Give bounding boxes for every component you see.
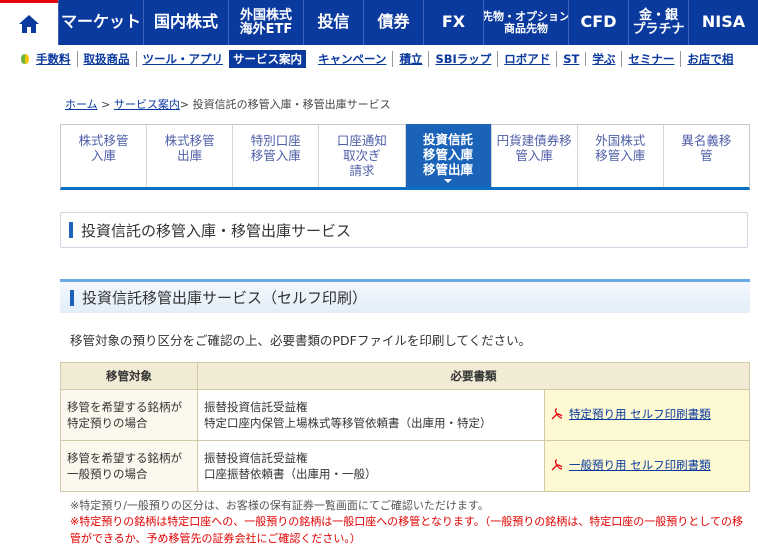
breadcrumb-sep: > <box>97 98 114 111</box>
nav-item[interactable]: FX <box>423 0 483 45</box>
row-docs: 振替投資信託受益権 口座振替依頼書（出庫用・一般） <box>197 440 545 492</box>
tab-label: 異名義移 管 <box>681 133 732 163</box>
nav-item[interactable]: 債券 <box>363 0 423 45</box>
tab-item[interactable]: 異名義移 管 <box>663 125 749 187</box>
nav-item[interactable]: NISA <box>688 0 758 45</box>
target-line: 特定預りの場合 <box>67 416 148 430</box>
subsection-title-text: 投資信託移管出庫サービス（セルフ印刷） <box>82 289 368 307</box>
table-row: 移管を希望する銘柄が 特定預りの場合 振替投資信託受益権 特定口座内保管上場株式… <box>60 389 750 441</box>
specific-pdf-link[interactable]: 特定預り用 セルフ印刷書類 <box>569 406 711 422</box>
transfer-tabs: 株式移管 入庫 株式移管 出庫 特別口座 移管入庫 口座通知 取次ぎ 請求 投資信託 移… <box>60 124 750 190</box>
subnav-item[interactable]: 手数料 <box>36 51 78 67</box>
nav-item[interactable]: 投信 <box>303 0 363 45</box>
tab-item[interactable]: 株式移管 出庫 <box>147 125 234 187</box>
table-row: 移管を希望する銘柄が 一般預りの場合 振替投資信託受益権 口座振替依頼書（出庫用… <box>60 440 750 492</box>
sub-navigation: 手数料 取扱商品 ツール・アプリ サービス案内 キャンペーン 積立 SBIラップ ロボアド ST… <box>0 48 758 70</box>
title-bar <box>69 222 73 238</box>
doc-line: 振替投資信託受益権 <box>204 450 308 465</box>
subnav-item[interactable]: SBIラップ <box>429 51 499 67</box>
nav-item[interactable]: 金・銀 プラチナ <box>628 0 688 45</box>
subnav-item[interactable]: サービス案内 <box>229 50 306 68</box>
header-docs: 必要書類 <box>197 362 750 390</box>
nav-item[interactable]: 先物・オプション 商品先物 <box>483 0 568 45</box>
header-target: 移管対象 <box>60 362 198 390</box>
subnav-item[interactable]: お店で相 <box>681 51 739 67</box>
tab-label: 外国株式 移管入庫 <box>595 133 646 163</box>
description: 移管対象の預り区分をご確認の上、必要書類のPDFファイルを印刷してください。 <box>70 333 532 348</box>
note-classification: ※特定預り/一般預りの区分は、お客様の保有証券一覧画面にてご確認いただけます。 <box>70 499 489 512</box>
pdf-icon <box>551 408 563 420</box>
row-target: 移管を希望する銘柄が 特定預りの場合 <box>60 389 198 441</box>
tab-item[interactable]: 特別口座 移管入庫 <box>233 125 320 187</box>
subnav-item[interactable]: ST <box>557 52 587 66</box>
nav-item[interactable]: 外国株式 海外ETF <box>228 0 303 45</box>
subnav-item[interactable]: 学ぶ <box>586 51 623 67</box>
home-button[interactable] <box>0 0 58 45</box>
row-link-cell: 特定預り用 セルフ印刷書類 <box>544 389 750 441</box>
subnav-item[interactable]: ツール・アプリ <box>137 51 230 67</box>
row-docs: 振替投資信託受益権 特定口座内保管上場株式等移管依頼書（出庫用・特定） <box>197 389 545 441</box>
subnav-item[interactable]: 積立 <box>393 51 430 67</box>
tab-label: 株式移管 入庫 <box>78 133 129 163</box>
tab-arrow-icon <box>444 179 453 183</box>
tab-label: 口座通知 取次ぎ 請求 <box>336 133 387 178</box>
breadcrumb: ホーム > サービス案内> 投資信託の移管入庫・移管出庫サービス <box>65 96 391 112</box>
home-icon <box>19 15 39 33</box>
target-line: 移管を希望する銘柄が <box>67 450 182 465</box>
nav-item[interactable]: マーケット <box>58 0 143 45</box>
nav-item[interactable]: 国内株式 <box>143 0 228 45</box>
target-line: 移管を希望する銘柄が <box>67 399 182 414</box>
tab-item[interactable]: 株式移管 入庫 <box>61 125 148 187</box>
row-link-cell: 一般預り用 セルフ印刷書類 <box>544 440 750 492</box>
subnav-item[interactable]: 取扱商品 <box>78 51 137 67</box>
breadcrumb-home[interactable]: ホーム <box>65 98 98 111</box>
general-pdf-link[interactable]: 一般預り用 セルフ印刷書類 <box>569 457 711 473</box>
tab-item[interactable]: 外国株式 移管入庫 <box>577 125 664 187</box>
tab-item[interactable]: 円貨建債券移 管入庫 <box>491 125 578 187</box>
tab-item[interactable]: 投資信託 移管入庫 移管出庫 <box>405 124 492 187</box>
breadcrumb-current: > 投資信託の移管入庫・移管出庫サービス <box>179 98 391 111</box>
subnav-item[interactable]: セミナー <box>622 51 682 67</box>
doc-line: 振替投資信託受益権 <box>204 399 308 414</box>
top-navigation: マーケット 国内株式 外国株式 海外ETF 投信 債券 FX 先物・オプション 商品先物 CF… <box>0 0 758 45</box>
table-header-row: 移管対象 必要書類 <box>60 362 750 390</box>
tab-label: 投資信託 移管入庫 移管出庫 <box>423 132 474 177</box>
section-title-text: 投資信託の移管入庫・移管出庫サービス <box>81 221 352 240</box>
target-line: 一般預りの場合 <box>67 467 148 481</box>
leaf-icon <box>21 54 29 64</box>
breadcrumb-service[interactable]: サービス案内 <box>114 98 180 111</box>
pdf-icon <box>551 459 563 471</box>
note-warning: ※特定預りの銘柄は特定口座への、一般預りの銘柄は一般口座への移管となります。（一… <box>70 515 743 545</box>
tab-label: 株式移管 出庫 <box>164 133 215 163</box>
documents-table: 移管対象 必要書類 移管を希望する銘柄が 特定預りの場合 振替投資信託受益権 特… <box>60 362 750 492</box>
subnav-item[interactable]: ロボアド <box>498 51 558 67</box>
doc-line: 口座振替依頼書（出庫用・一般） <box>204 467 377 481</box>
tab-label: 特別口座 移管入庫 <box>250 133 301 163</box>
subnav-item[interactable]: キャンペーン <box>312 51 394 67</box>
doc-line: 特定口座内保管上場株式等移管依頼書（出庫用・特定） <box>204 416 492 430</box>
tab-item[interactable]: 口座通知 取次ぎ 請求 <box>319 125 406 187</box>
title-bar <box>70 289 74 306</box>
row-target: 移管を希望する銘柄が 一般預りの場合 <box>60 440 198 492</box>
section-title: 投資信託の移管入庫・移管出庫サービス <box>60 212 748 248</box>
subsection-title: 投資信託移管出庫サービス（セルフ印刷） <box>60 279 750 313</box>
nav-item[interactable]: CFD <box>568 0 628 45</box>
tab-label: 円貨建債券移 管入庫 <box>496 133 572 163</box>
